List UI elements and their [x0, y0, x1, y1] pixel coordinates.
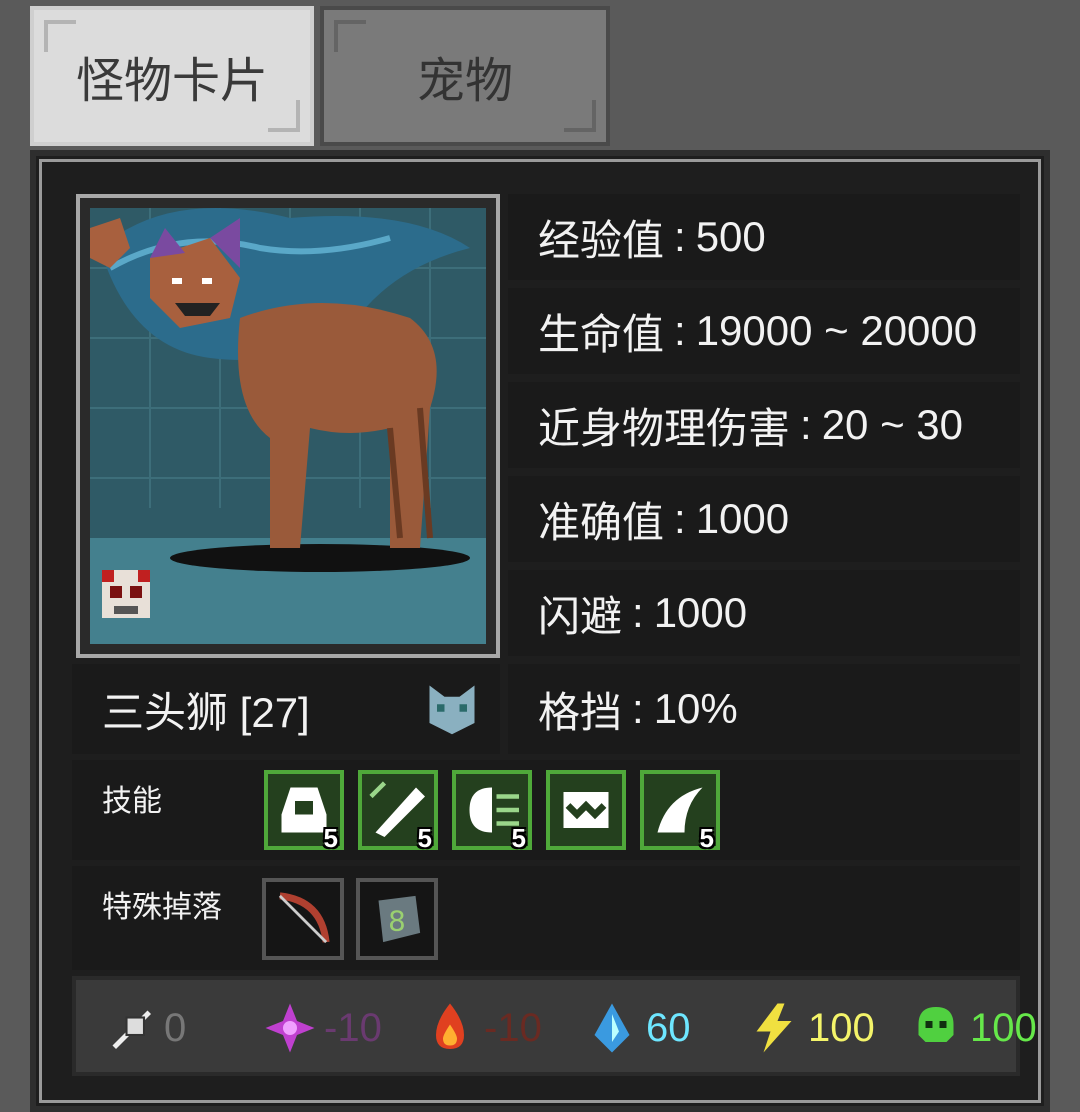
stat-health-label: 生命值 [538, 310, 665, 358]
skill-level: 5 [699, 823, 714, 853]
svg-text:8: 8 [388, 905, 406, 938]
skill-slot[interactable]: 5 [640, 770, 720, 853]
stat-experience-label: 经验值 [538, 216, 665, 264]
physical-icon [112, 1010, 151, 1049]
tab-monster-card-label: 怪物卡片 [75, 55, 268, 108]
skill-slot[interactable]: 5 [452, 770, 532, 853]
monster-card-panel: 经验值:500 生命值:19000 ~ 20000 近身物理伤害:20 ~ 30… [30, 150, 1050, 1112]
skill-level: 5 [323, 823, 338, 853]
stat-dodge-value: 1000 [653, 589, 748, 636]
monster-name-cell: 三头狮 [27] [72, 664, 500, 754]
bow-icon [278, 892, 330, 944]
monster-portrait [76, 194, 500, 658]
skill-slot[interactable]: 5 [358, 770, 438, 853]
stat-accuracy-value: 1000 [695, 495, 790, 542]
stat-experience-value: 500 [695, 213, 766, 260]
resistance-poison-value: 100 [970, 1005, 1037, 1050]
water-icon [594, 1003, 630, 1053]
resistance-fire-value: -10 [484, 1005, 542, 1050]
lightning-icon [756, 1003, 792, 1053]
stat-health-value: 19000 ~ 20000 [695, 307, 978, 354]
rune-stone-icon: 8 [378, 895, 421, 943]
stat-block-value: 10% [653, 685, 738, 732]
resistance-arcane-value: -10 [324, 1005, 382, 1050]
resistance-arcane: -10 [262, 998, 382, 1058]
stat-block-label: 格挡 [538, 688, 623, 736]
resistance-poison: 100 [908, 998, 1037, 1058]
stat-melee-damage: 近身物理伤害:20 ~ 30 [508, 382, 1020, 468]
resistance-physical: 0 [102, 998, 186, 1058]
stat-block: 格挡:10% [508, 664, 1020, 754]
stat-melee-damage-label: 近身物理伤害 [538, 404, 791, 452]
skills-label: 技能 [102, 785, 162, 818]
stat-dodge-label: 闪避 [538, 592, 623, 640]
resistance-fire: -10 [422, 998, 542, 1058]
tab-pet[interactable]: 宠物 [320, 6, 610, 146]
tab-corner-decoration [564, 100, 596, 132]
stat-melee-damage-value: 20 ~ 30 [821, 401, 963, 448]
monster-name: 三头狮 [27] [102, 688, 310, 736]
beast-type-icon [429, 685, 475, 735]
skill-slot[interactable]: 5 [264, 770, 344, 853]
stat-experience: 经验值:500 [508, 194, 1020, 280]
stat-accuracy: 准确值:1000 [508, 476, 1020, 562]
tab-corner-decoration [44, 20, 76, 52]
tab-corner-decoration [334, 20, 366, 52]
fire-icon [436, 1003, 464, 1049]
skill-level: 5 [417, 823, 432, 853]
tab-corner-decoration [268, 100, 300, 132]
resistance-water-value: 60 [646, 1005, 691, 1050]
resistance-lightning-value: 100 [808, 1005, 875, 1050]
drop-slot[interactable]: 8 [356, 878, 438, 960]
poison-icon [918, 1007, 954, 1042]
resistance-water: 60 [584, 998, 691, 1058]
drop-slot[interactable] [262, 878, 344, 960]
tab-pet-label: 宠物 [416, 55, 513, 108]
resistance-physical-value: 0 [164, 1005, 187, 1050]
special-drops-label: 特殊掉落 [102, 891, 222, 924]
stat-accuracy-label: 准确值 [538, 498, 665, 546]
skill-level: 5 [511, 823, 526, 853]
resistance-bar: 0 -10 -10 60 100 100 [72, 976, 1037, 1076]
special-drops-row: 特殊掉落 8 [72, 866, 1020, 970]
skill-slot[interactable] [546, 770, 626, 850]
resistance-lightning: 100 [746, 998, 875, 1058]
stat-health: 生命值:19000 ~ 20000 [508, 288, 1020, 374]
arcane-icon [265, 1003, 315, 1053]
skull-mask-icon [102, 570, 150, 618]
stat-dodge: 闪避:1000 [508, 570, 1020, 656]
skills-row: 技能 5 5 5 5 [72, 760, 1020, 860]
bite-skill-icon [563, 792, 609, 828]
tab-monster-card[interactable]: 怪物卡片 [30, 6, 314, 146]
